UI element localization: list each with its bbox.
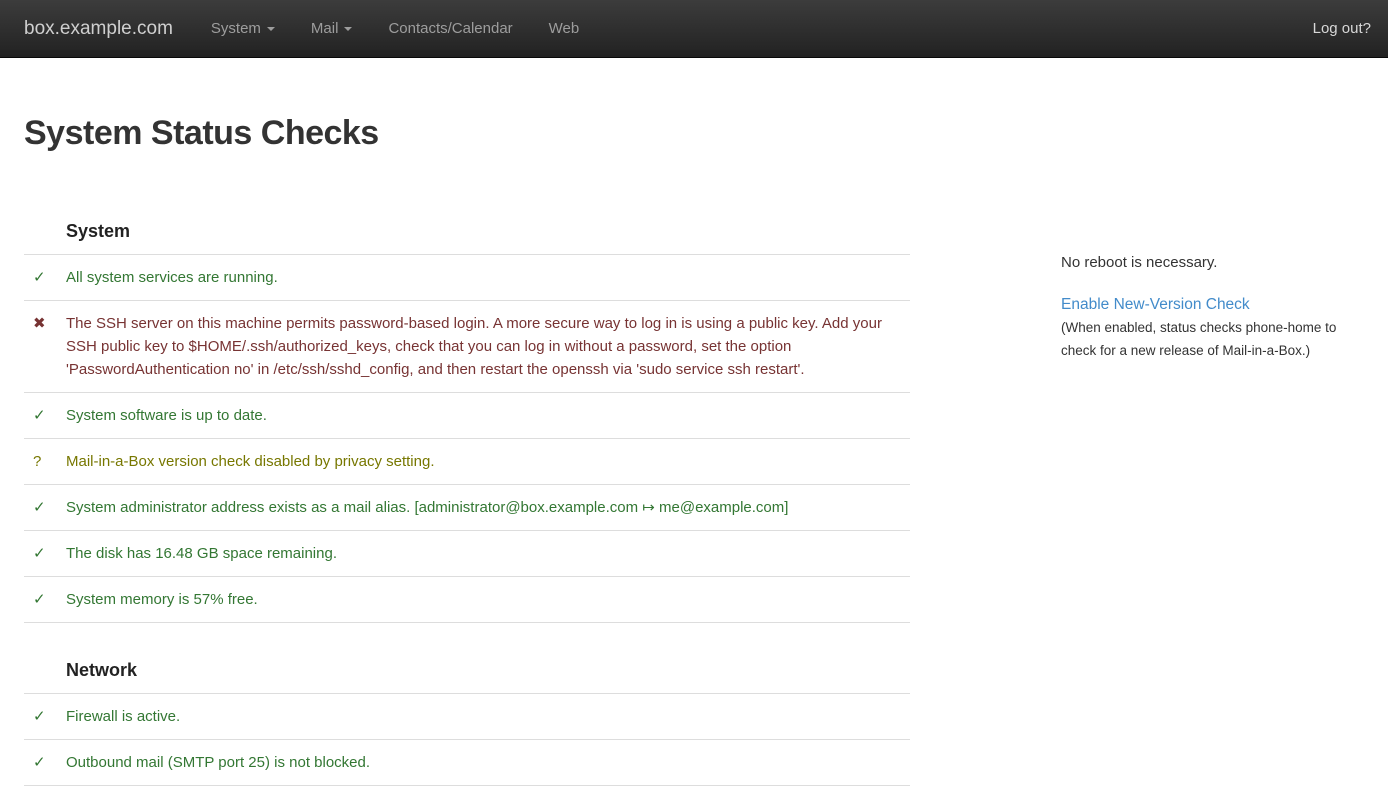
chevron-down-icon: [344, 27, 352, 31]
status-check-row: ✓ System administrator address exists as…: [24, 485, 910, 531]
navbar-menu: System Mail Contacts/Calendar Web: [193, 0, 597, 57]
nav-item-label: Web: [549, 20, 580, 37]
navbar: box.example.com System Mail Contacts/Cal…: [0, 0, 1388, 58]
status-check-text: All system services are running.: [66, 266, 910, 289]
version-check-note: (When enabled, status checks phone-home …: [1061, 316, 1364, 362]
status-check-row: ? Mail-in-a-Box version check disabled b…: [24, 439, 910, 485]
status-ok-icon: ✓: [24, 751, 66, 774]
nav-item-label: Mail: [311, 20, 339, 37]
main-content: System Status Checks System ✓ All system…: [0, 58, 1388, 786]
nav-item-mail[interactable]: Mail: [293, 0, 371, 57]
status-check-text: The SSH server on this machine permits p…: [66, 312, 910, 381]
page-title: System Status Checks: [24, 115, 1388, 152]
status-check-text: Outbound mail (SMTP port 25) is not bloc…: [66, 751, 910, 774]
nav-item-system[interactable]: System: [193, 0, 293, 57]
chevron-down-icon: [267, 27, 275, 31]
status-check-row: ✓ All system services are running.: [24, 255, 910, 301]
status-ok-icon: ✓: [24, 404, 66, 427]
section-heading-row: System: [24, 184, 910, 255]
sidebar: No reboot is necessary. Enable New-Versi…: [1061, 252, 1364, 362]
navbar-brand[interactable]: box.example.com: [24, 18, 173, 40]
nav-item-label: System: [211, 20, 261, 37]
logout-link[interactable]: Log out?: [1313, 20, 1371, 37]
status-check-row: ✓ System memory is 57% free.: [24, 577, 910, 623]
status-ok-icon: ✓: [24, 705, 66, 728]
section-heading-row: Network: [24, 623, 910, 694]
status-check-text: System administrator address exists as a…: [66, 496, 910, 519]
status-check-text: System software is up to date.: [66, 404, 910, 427]
nav-item-label: Contacts/Calendar: [388, 20, 512, 37]
status-ok-icon: ✓: [24, 588, 66, 611]
section-heading: System: [24, 220, 910, 242]
status-ok-icon: ✓: [24, 542, 66, 565]
status-check-row: ✓ Firewall is active.: [24, 694, 910, 740]
section-heading: Network: [24, 659, 910, 681]
status-check-row: ✓ System software is up to date.: [24, 393, 910, 439]
status-check-row: ✖ The SSH server on this machine permits…: [24, 301, 910, 393]
reboot-status: No reboot is necessary.: [1061, 252, 1364, 273]
status-checks-table: System ✓ All system services are running…: [24, 184, 910, 786]
nav-item-contacts-calendar[interactable]: Contacts/Calendar: [370, 0, 530, 57]
status-ok-icon: ✓: [24, 266, 66, 289]
enable-version-check-link[interactable]: Enable New-Version Check: [1061, 293, 1250, 316]
status-check-text: Firewall is active.: [66, 705, 910, 728]
status-check-row: ✓ The disk has 16.48 GB space remaining.: [24, 531, 910, 577]
status-check-text: Mail-in-a-Box version check disabled by …: [66, 450, 910, 473]
status-error-icon: ✖: [24, 312, 66, 381]
status-check-text: The disk has 16.48 GB space remaining.: [66, 542, 910, 565]
status-check-row: ✓ Outbound mail (SMTP port 25) is not bl…: [24, 740, 910, 786]
nav-item-web[interactable]: Web: [531, 0, 598, 57]
status-warning-icon: ?: [24, 450, 66, 473]
status-check-text: System memory is 57% free.: [66, 588, 910, 611]
status-ok-icon: ✓: [24, 496, 66, 519]
